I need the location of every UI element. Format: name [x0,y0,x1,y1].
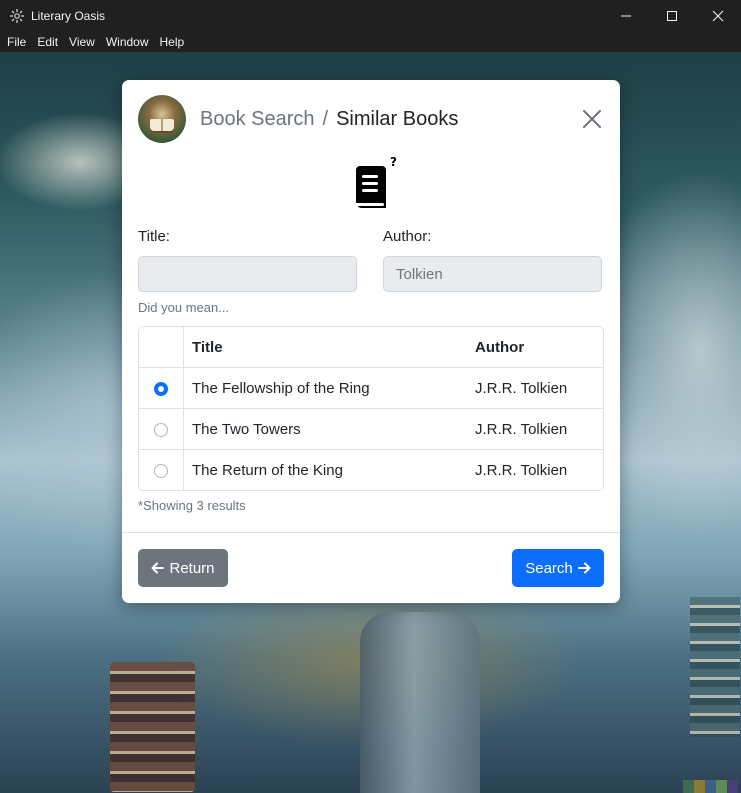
maximize-button[interactable] [649,0,695,31]
breadcrumb: Book Search / Similar Books [200,108,458,131]
select-column-header [139,327,184,368]
table-row[interactable]: The Fellowship of the Ring J.R.R. Tolkien [139,367,603,409]
book-author-cell: J.R.R. Tolkien [467,449,603,490]
book-question-icon: ? [354,155,397,208]
window-controls [603,0,741,31]
return-button[interactable]: Return [138,549,228,587]
author-label: Author: [383,228,432,245]
menu-edit[interactable]: Edit [33,35,62,49]
svg-text:?: ? [390,155,397,169]
menu-bar: File Edit View Window Help [0,31,741,52]
menu-help[interactable]: Help [156,35,189,49]
menu-file[interactable]: File [3,35,30,49]
book-author-cell: J.R.R. Tolkien [467,367,603,409]
footer-divider [122,532,620,533]
book-radio[interactable] [154,381,168,396]
table-row[interactable]: The Return of the King J.R.R. Tolkien [139,449,603,490]
author-column-header: Author [475,338,525,356]
library-avatar [138,95,186,143]
book-title-cell: The Return of the King [183,449,467,490]
dialog-close-button[interactable] [580,107,604,131]
title-input[interactable] [138,256,357,292]
breadcrumb-similar-books: Similar Books [336,107,459,130]
book-title-cell: The Fellowship of the Ring [183,367,467,409]
window-titlebar: Literary Oasis [0,0,741,31]
book-radio[interactable] [154,422,168,437]
row-select-cell [139,449,184,490]
arrow-right-icon [577,562,591,574]
author-input[interactable] [383,256,602,292]
window-title: Literary Oasis [31,8,106,23]
return-label: Return [169,559,215,577]
search-button[interactable]: Search [512,549,604,587]
table-header-row: Title Author [139,327,603,368]
did-you-mean-hint: Did you mean... [138,300,230,315]
table-row[interactable]: The Two Towers J.R.R. Tolkien [139,408,603,450]
book-title-cell: The Two Towers [183,408,467,450]
book-radio[interactable] [154,463,168,478]
tree-trunk-decoration [360,612,480,793]
similar-books-dialog: Book Search / Similar Books ? Title: Aut… [122,80,620,603]
row-select-cell [139,408,184,450]
maximize-icon [667,10,677,21]
breadcrumb-book-search[interactable]: Book Search [200,108,315,131]
breadcrumb-separator: / [322,107,329,130]
title-label: Title: [138,228,170,245]
book-stack-decoration-right [690,597,740,737]
close-icon [712,10,724,21]
arrow-left-icon [151,562,165,574]
dialog-header: Book Search / Similar Books [138,95,604,143]
minimize-icon [621,15,631,16]
menu-window[interactable]: Window [102,35,153,49]
book-author-cell: J.R.R. Tolkien [467,408,603,450]
app-logo-icon [10,8,24,23]
title-column-header: Title [192,338,223,356]
search-label: Search [525,559,573,577]
row-select-cell [139,367,184,409]
color-strip-decoration [683,780,738,793]
window-close-button[interactable] [695,0,741,31]
book-stack-decoration [110,662,195,792]
results-count: *Showing 3 results [138,498,246,513]
menu-view[interactable]: View [65,35,99,49]
minimize-button[interactable] [603,0,649,31]
open-book-icon [150,119,174,131]
results-table: Title Author The Fellowship of the Ring J… [138,326,604,491]
